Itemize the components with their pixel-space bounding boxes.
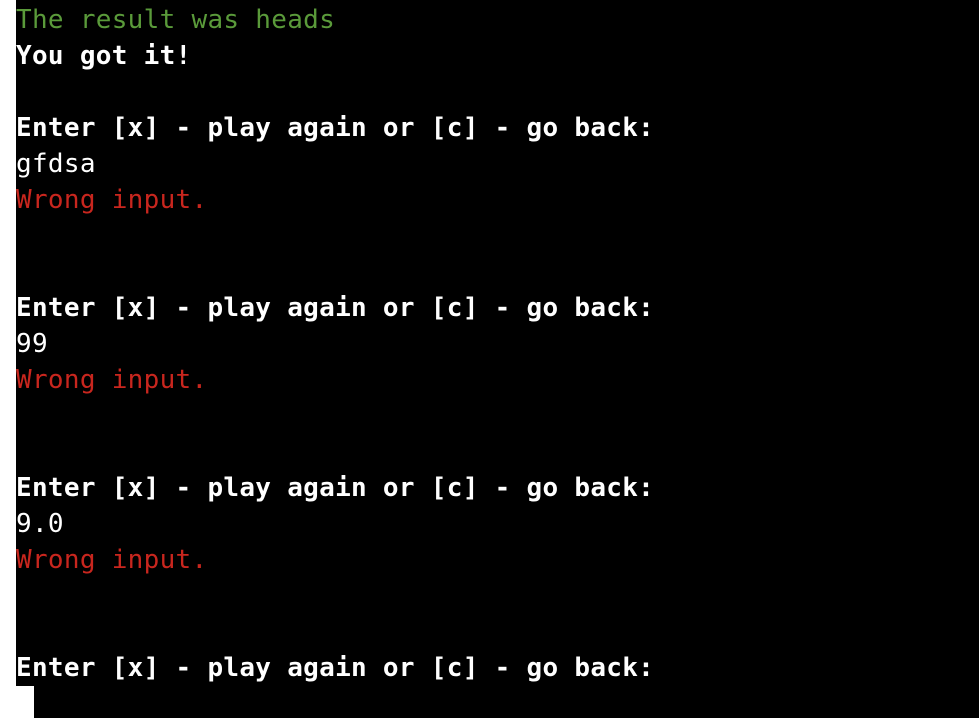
terminal-cursor bbox=[16, 686, 34, 718]
blank-line bbox=[16, 614, 979, 650]
success-message: You got it! bbox=[16, 41, 192, 71]
error-message: Wrong input. bbox=[16, 365, 208, 395]
blank-line bbox=[16, 218, 979, 254]
blank-line bbox=[16, 74, 979, 110]
blank-line bbox=[16, 434, 979, 470]
prompt-line: Enter [x] - play again or [c] - go back: bbox=[16, 113, 655, 143]
prompt-line: Enter [x] - play again or [c] - go back: bbox=[16, 473, 655, 503]
blank-line bbox=[16, 254, 979, 290]
user-input-line: 9.0 bbox=[16, 509, 64, 539]
prompt-line: Enter [x] - play again or [c] - go back: bbox=[16, 293, 655, 323]
blank-line bbox=[16, 578, 979, 614]
user-input-line: 99 bbox=[16, 329, 48, 359]
error-message: Wrong input. bbox=[16, 185, 208, 215]
terminal-output: The result was heads You got it! Enter [… bbox=[16, 0, 979, 686]
active-prompt-line[interactable]: Enter [x] - play again or [c] - go back: bbox=[16, 650, 979, 686]
blank-line bbox=[16, 398, 979, 434]
terminal-window[interactable]: The result was heads You got it! Enter [… bbox=[16, 0, 979, 718]
result-message: The result was heads bbox=[16, 5, 336, 35]
error-message: Wrong input. bbox=[16, 545, 208, 575]
user-input-line: gfdsa bbox=[16, 149, 96, 179]
